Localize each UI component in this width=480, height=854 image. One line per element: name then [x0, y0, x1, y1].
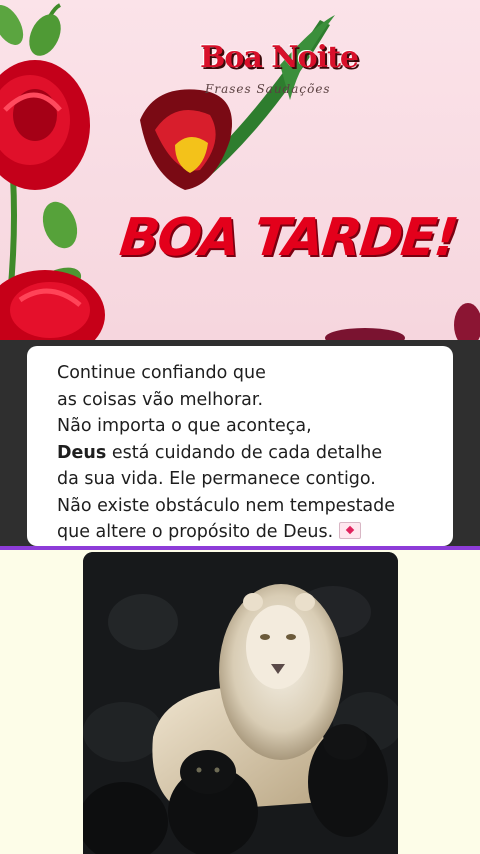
- message-bubble[interactable]: Continue confiando que as coisas vão mel…: [27, 346, 453, 546]
- message-line: Não importa o que aconteça,: [57, 416, 312, 436]
- message-line: Continue confiando que: [57, 363, 266, 383]
- white-lion-with-black-panthers-icon: [83, 552, 398, 854]
- message-line-rest: está cuidando de cada detalhe: [106, 442, 383, 463]
- message-text: Continue confiando que as coisas vão mel…: [57, 360, 437, 546]
- message-line: da sua vida. Ele permanece contigo.: [57, 469, 376, 489]
- message-line: as coisas vão melhorar.: [57, 389, 264, 410]
- tulip-logo-icon: [140, 15, 335, 190]
- message-panel: Continue confiando que as coisas vão mel…: [0, 340, 480, 546]
- message-line-text: que altere o propósito de Deus.: [57, 522, 339, 542]
- message-line: Não existe obstáculo nem tempestade: [57, 495, 396, 516]
- logo-title: Boa Noite: [200, 40, 359, 75]
- card-headline: BOA TARDE!: [116, 208, 460, 268]
- love-letter-icon: [338, 522, 361, 539]
- lion-photo[interactable]: [83, 552, 398, 854]
- bold-word: Deus: [57, 442, 107, 463]
- logo-subtitle: Frases Saudações: [205, 82, 331, 96]
- message-line: Deus está cuidando de cada detalhe: [57, 440, 437, 467]
- greeting-card-image[interactable]: Boa Noite Frases Saudações BOA TARDE!: [0, 0, 480, 340]
- message-line: que altere o propósito de Deus.: [57, 519, 437, 546]
- divider: [0, 546, 480, 550]
